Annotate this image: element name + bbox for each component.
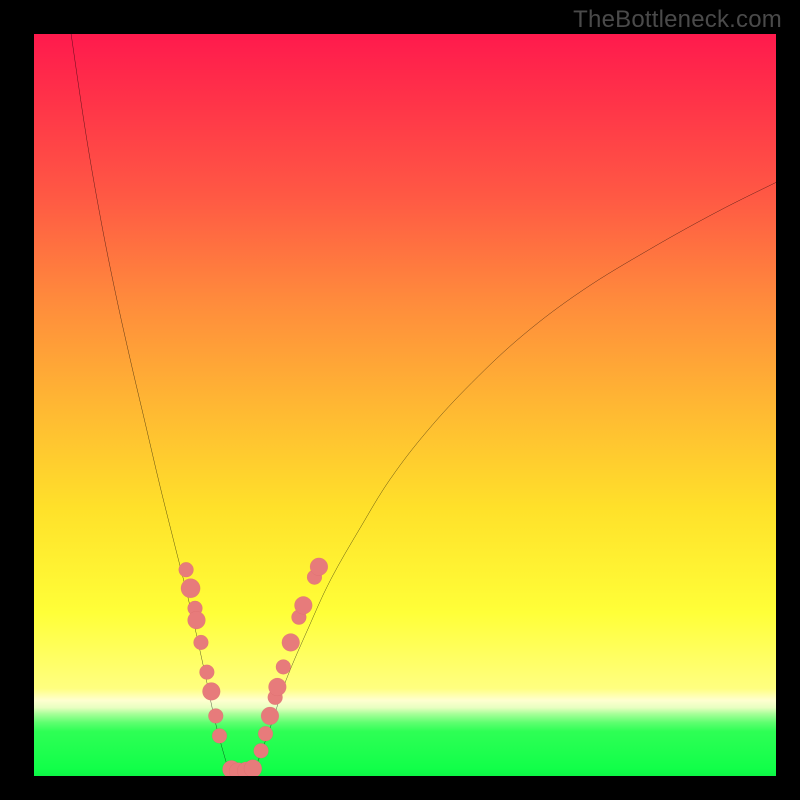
marker-point bbox=[179, 562, 194, 577]
chart-svg bbox=[34, 34, 776, 776]
marker-point bbox=[208, 708, 223, 723]
marker-point bbox=[268, 678, 286, 696]
marker-point bbox=[261, 707, 279, 725]
marker-point bbox=[181, 579, 200, 598]
watermark-text: TheBottleneck.com bbox=[573, 6, 782, 34]
marker-point bbox=[254, 743, 269, 758]
marker-point bbox=[188, 611, 206, 629]
chart-frame: TheBottleneck.com bbox=[0, 0, 800, 800]
marker-point bbox=[258, 726, 273, 741]
marker-point bbox=[212, 729, 227, 744]
marker-point bbox=[199, 665, 214, 680]
plot-area bbox=[34, 34, 776, 776]
marker-point bbox=[282, 634, 300, 652]
marker-point bbox=[310, 558, 328, 576]
highlighted-points bbox=[179, 558, 328, 776]
marker-point bbox=[294, 596, 312, 614]
marker-point bbox=[276, 660, 291, 675]
marker-point bbox=[194, 635, 209, 650]
bottleneck-curve bbox=[71, 34, 776, 772]
left-curve bbox=[71, 34, 227, 765]
marker-point bbox=[202, 683, 220, 701]
right-curve bbox=[257, 182, 776, 764]
